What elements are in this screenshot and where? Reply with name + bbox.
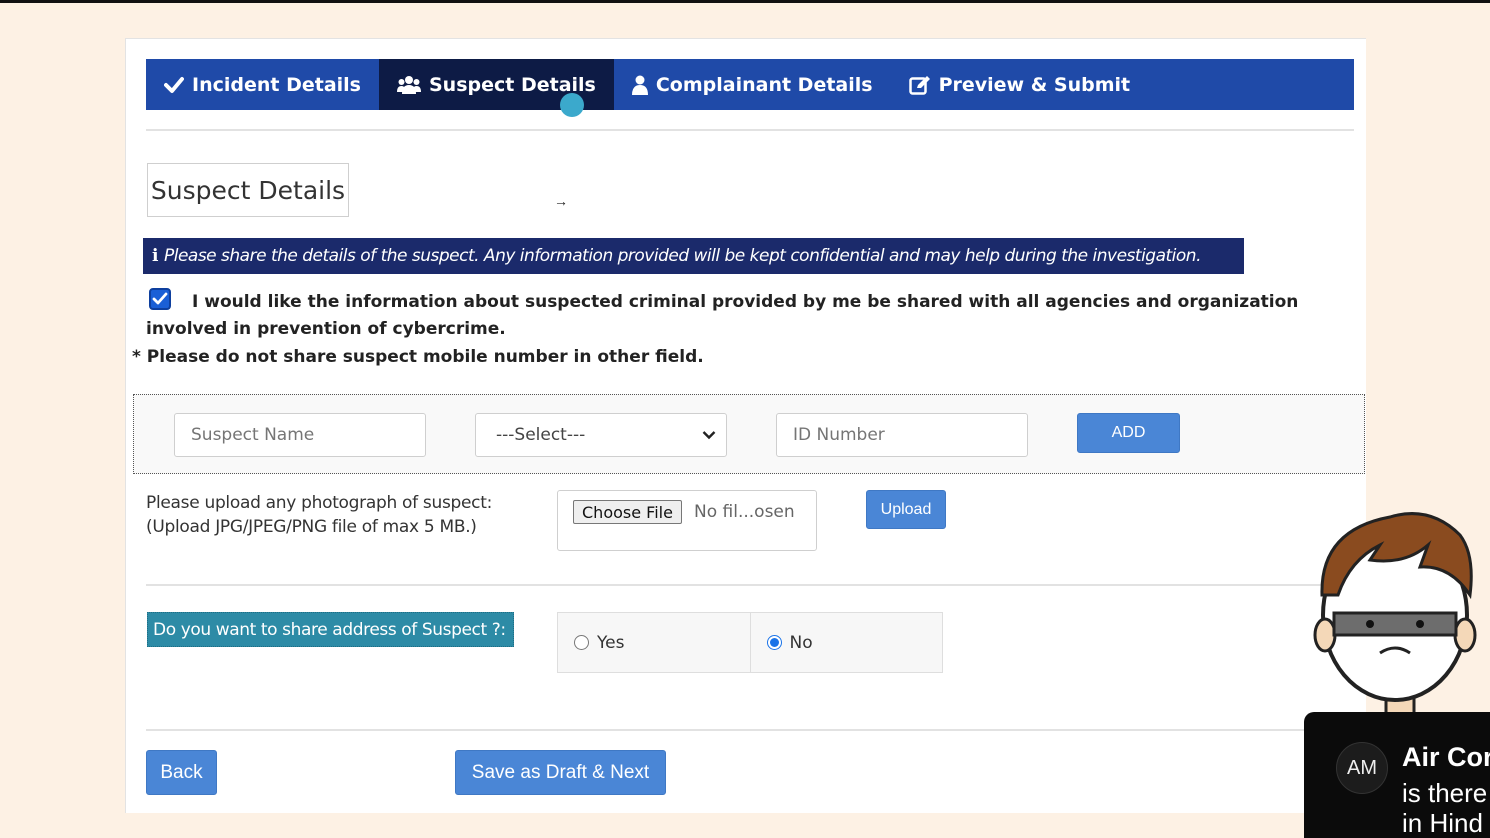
tab-preview-submit[interactable]: Preview & Submit xyxy=(891,59,1149,110)
click-indicator xyxy=(560,93,584,117)
toast-line-2: in Hind xyxy=(1402,808,1483,838)
divider xyxy=(146,584,1326,586)
consent-checkbox[interactable] xyxy=(149,288,171,310)
info-icon: i xyxy=(152,246,158,266)
suspect-name-input[interactable] xyxy=(174,413,426,457)
info-text: Please share the details of the suspect.… xyxy=(163,246,1202,266)
check-icon xyxy=(164,76,184,94)
tab-label: Complainant Details xyxy=(655,73,873,96)
users-icon xyxy=(396,75,421,95)
upload-label-line1: Please upload any photograph of suspect: xyxy=(146,493,492,513)
tab-label: Preview & Submit xyxy=(938,73,1131,96)
wizard-tabs: Incident Details Suspect Details Complai… xyxy=(146,59,1354,110)
address-question-label: Do you want to share address of Suspect … xyxy=(147,612,514,647)
consent-text: I would like the information about suspe… xyxy=(146,292,1299,339)
section-title: Suspect Details xyxy=(147,163,349,217)
radio-button[interactable] xyxy=(574,635,589,650)
radio-yes[interactable]: Yes xyxy=(558,613,750,672)
tab-label: Incident Details xyxy=(192,73,361,96)
add-button[interactable]: ADD xyxy=(1077,413,1180,453)
upload-button[interactable]: Upload xyxy=(866,490,946,529)
user-icon xyxy=(631,75,648,95)
file-status: No fil...osen xyxy=(694,502,795,522)
radio-button[interactable] xyxy=(766,635,782,650)
upload-label: Please upload any photograph of suspect:… xyxy=(146,491,492,539)
divider xyxy=(146,129,1354,131)
notification-toast[interactable]: AM Air Cor is there in Hind xyxy=(1304,712,1490,838)
edit-icon xyxy=(908,75,931,95)
info-banner: i Please share the details of the suspec… xyxy=(143,238,1244,274)
chevron-down-icon xyxy=(702,431,716,440)
address-radio-group: Yes No xyxy=(557,612,943,673)
tab-incident-details[interactable]: Incident Details xyxy=(146,59,379,110)
mobile-note: * Please do not share suspect mobile num… xyxy=(132,347,704,367)
radio-label: No xyxy=(789,632,813,653)
avatar: AM xyxy=(1336,742,1388,794)
tab-complainant-details[interactable]: Complainant Details xyxy=(614,59,891,110)
id-type-select[interactable]: ---Select--- xyxy=(475,413,727,457)
choose-file-button[interactable]: Choose File xyxy=(573,500,682,524)
file-input-box: Choose File No fil...osen xyxy=(557,490,817,551)
toast-line-1: is there xyxy=(1402,778,1488,808)
checkmark-icon xyxy=(152,292,168,305)
presenter-avatar xyxy=(1313,512,1477,715)
top-border xyxy=(0,0,1490,3)
toast-title: Air Cor xyxy=(1402,742,1490,772)
arrow-icon: → xyxy=(554,193,568,209)
radio-label: Yes xyxy=(597,632,625,653)
upload-label-line2: (Upload JPG/JPEG/PNG file of max 5 MB.) xyxy=(146,517,477,537)
radio-no[interactable]: No xyxy=(749,613,943,672)
id-type-value: ---Select--- xyxy=(496,425,586,445)
back-button[interactable]: Back xyxy=(146,750,217,795)
id-number-input[interactable] xyxy=(776,413,1028,457)
save-draft-next-button[interactable]: Save as Draft & Next xyxy=(455,750,666,795)
divider xyxy=(146,729,1326,731)
